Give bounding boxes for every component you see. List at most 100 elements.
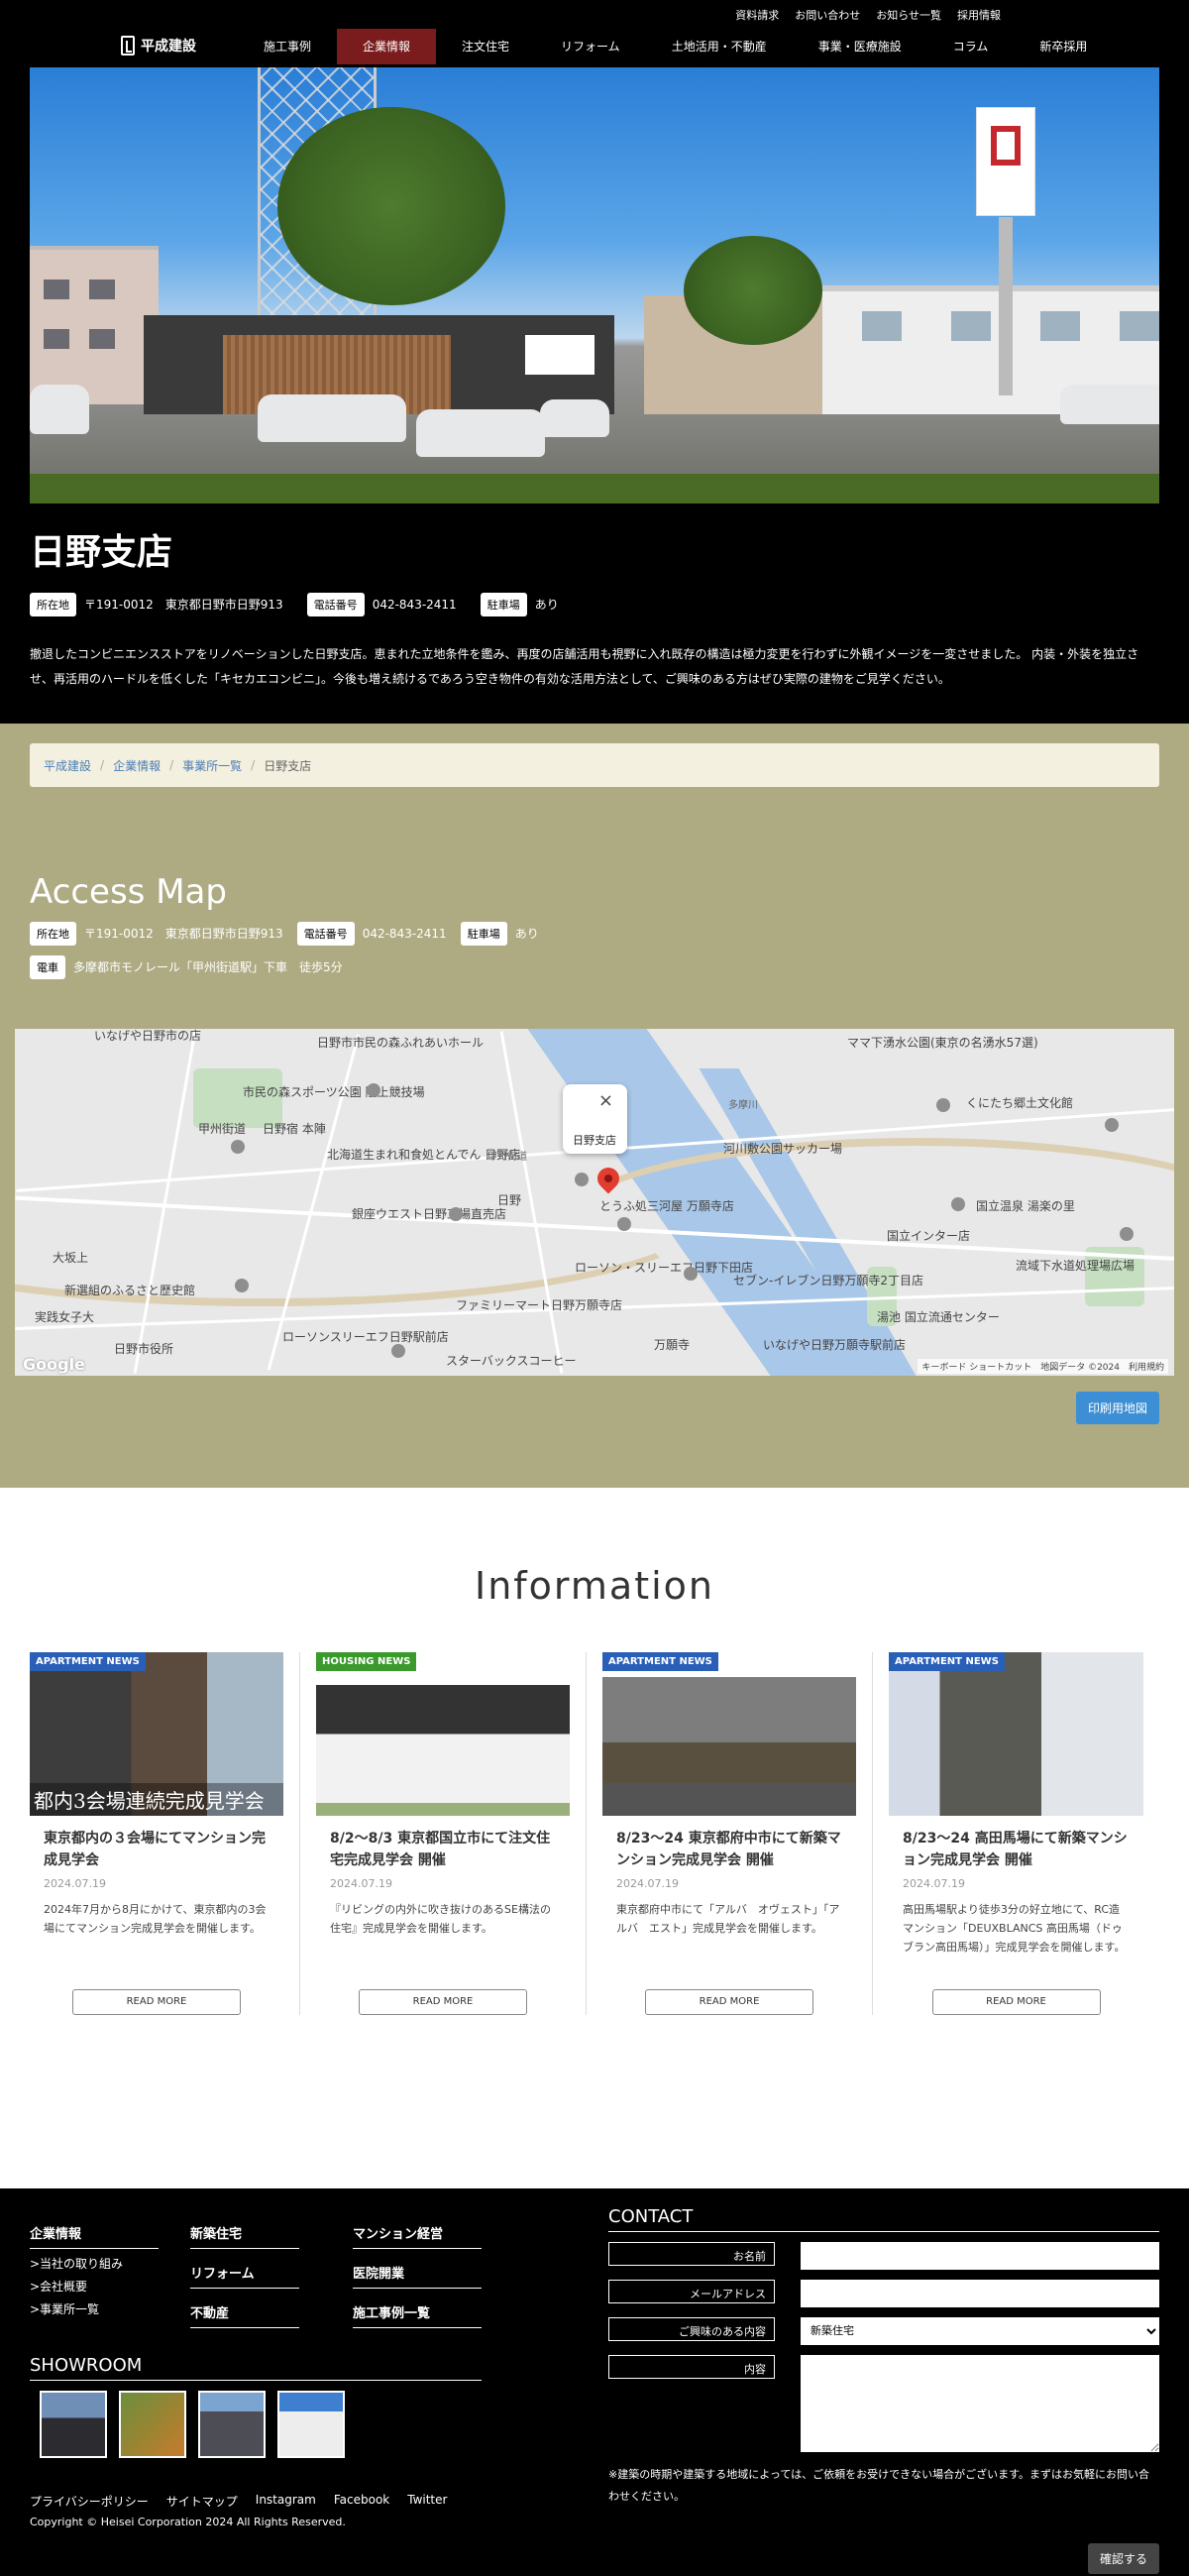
map-poi-icon[interactable] <box>684 1267 698 1281</box>
news-excerpt: 東京都府中市にて「アルバ オヴェスト」「アルバ エスト」完成見学会を開催します。 <box>616 1903 840 1935</box>
showroom-thumb[interactable] <box>40 2391 107 2458</box>
footer-link-apartment[interactable]: マンション経営 <box>353 2223 482 2249</box>
footer-link-clinic[interactable]: 医院開業 <box>353 2263 482 2289</box>
nav-item-business[interactable]: 事業・医療施設 <box>793 29 927 64</box>
map-info-window: × 日野支店 <box>563 1084 627 1154</box>
utility-link-recruit[interactable]: 採用情報 <box>957 7 1001 23</box>
news-category-badge: APARTMENT NEWS <box>30 1652 146 1671</box>
news-category-badge: HOUSING NEWS <box>316 1652 417 1671</box>
map-poi-icon[interactable] <box>391 1344 405 1358</box>
footer-link-realestate[interactable]: 不動産 <box>190 2302 299 2328</box>
email-field[interactable] <box>801 2280 1159 2307</box>
footer-sub-link[interactable]: >会社概要 <box>30 2278 159 2295</box>
footer-sub-link[interactable]: >当社の取り組み <box>30 2255 159 2272</box>
utility-link-news[interactable]: お知らせ一覧 <box>876 7 941 23</box>
map-poi-icon[interactable] <box>235 1279 249 1292</box>
news-thumbnail[interactable]: APARTMENT NEWS <box>602 1652 857 1816</box>
email-label: メールアドレス <box>608 2280 775 2303</box>
news-date: 2024.07.19 <box>616 1877 680 1890</box>
map-label: 万願寺 <box>654 1338 691 1352</box>
read-more-button[interactable]: READ MORE <box>931 1989 1101 2015</box>
nav-item-works[interactable]: 施工事例 <box>238 29 337 64</box>
map-label: 実践女子大 <box>35 1310 95 1324</box>
nav-item-custom-house[interactable]: 注文住宅 <box>436 29 535 64</box>
footer-link-twitter[interactable]: Twitter <box>407 2493 447 2510</box>
news-card[interactable]: APARTMENT NEWS 8/23～24 高田馬場にて新築マンション完成見学… <box>889 1652 1159 2015</box>
news-thumbnail[interactable]: APARTMENT NEWS <box>889 1652 1143 1816</box>
company-logo[interactable]: 平成建設 <box>121 36 196 56</box>
footer-link-sitemap[interactable]: サイトマップ <box>166 2493 238 2510</box>
footer-link-instagram[interactable]: Instagram <box>256 2493 316 2510</box>
name-field[interactable] <box>801 2242 1159 2270</box>
breadcrumb-company[interactable]: 企業情報 <box>113 757 161 774</box>
address-value: 〒191-0012 東京都日野市日野913 <box>84 598 283 612</box>
branch-photo <box>30 67 1159 504</box>
confirm-button[interactable]: 確認する <box>1087 2543 1159 2574</box>
map-poi-icon[interactable] <box>617 1217 631 1231</box>
read-more-button[interactable]: READ MORE <box>72 1989 241 2015</box>
map-poi-icon[interactable] <box>367 1083 380 1097</box>
showroom-thumb[interactable] <box>198 2391 266 2458</box>
footer-company-link[interactable]: 企業情報 <box>30 2223 159 2249</box>
news-card[interactable]: APARTMENT NEWS 都内3会場連続完成見学会 東京都内の３会場にてマン… <box>30 1652 301 2015</box>
showroom-title: SHOWROOM <box>30 2355 482 2381</box>
read-more-button[interactable]: READ MORE <box>645 1989 814 2015</box>
map-poi-icon[interactable] <box>575 1173 589 1186</box>
read-more-button[interactable]: READ MORE <box>359 1989 528 2015</box>
news-title[interactable]: 8/23～24 高田馬場にて新築マンション完成見学会 開催 <box>903 1828 1130 1871</box>
news-date: 2024.07.19 <box>44 1877 106 1890</box>
nav-item-column[interactable]: コラム <box>927 29 1015 64</box>
utility-link-request[interactable]: 資料請求 <box>735 7 779 23</box>
news-thumbnail-caption: 都内3会場連続完成見学会 <box>30 1783 284 1816</box>
interest-select[interactable]: 新築住宅 <box>801 2317 1159 2345</box>
breadcrumb-offices[interactable]: 事業所一覧 <box>182 757 242 774</box>
news-title[interactable]: 8/23～24 東京都府中市にて新築マンション完成見学会 開催 <box>616 1828 842 1871</box>
news-thumbnail[interactable]: APARTMENT NEWS 都内3会場連続完成見学会 <box>30 1652 284 1816</box>
showroom-block: SHOWROOM <box>30 2355 482 2458</box>
news-card[interactable]: HOUSING NEWS 8/2～8/3 東京都国立市にて注文住宅完成見学会 開… <box>316 1652 588 2015</box>
showroom-thumb[interactable] <box>277 2391 345 2458</box>
map-label: 日野宿 本陣 <box>263 1122 326 1136</box>
map-info-title: 日野支店 <box>573 1134 616 1147</box>
footer-link-works[interactable]: 施工事例一覧 <box>353 2302 482 2328</box>
news-title[interactable]: 8/2～8/3 東京都国立市にて注文住宅完成見学会 開催 <box>330 1828 556 1871</box>
map-attribution[interactable]: キーボード ショートカット 地図データ ©2024 利用規約 <box>918 1359 1168 1374</box>
nav-item-company[interactable]: 企業情報 <box>337 29 437 64</box>
utility-link-contact[interactable]: お問い合わせ <box>795 7 860 23</box>
google-map[interactable]: いなげや日野市の店 日野市市民の森ふれあいホール 市民の森スポーツ公園 陸上競技… <box>15 1029 1174 1376</box>
footer-link-facebook[interactable]: Facebook <box>334 2493 389 2510</box>
map-label: 大坂上 <box>53 1251 89 1265</box>
news-card[interactable]: APARTMENT NEWS 8/23～24 東京都府中市にて新築マンション完成… <box>602 1652 874 2015</box>
map-poi-icon[interactable] <box>1120 1227 1134 1241</box>
news-thumbnail[interactable]: HOUSING NEWS <box>316 1652 571 1816</box>
contact-note: ※建築の時期や建築する地域によっては、ご依頼をお受けできない場合がございます。ま… <box>608 2468 1150 2503</box>
footer-sub-link[interactable]: >事業所一覧 <box>30 2300 159 2317</box>
map-poi-icon[interactable] <box>1105 1118 1119 1132</box>
map-label: セブン-イレブン日野万願寺2丁目店 <box>733 1274 923 1288</box>
footer-link-privacy[interactable]: プライバシーポリシー <box>30 2493 149 2510</box>
nav-item-recruit[interactable]: 新卒採用 <box>1014 29 1113 64</box>
content-textarea[interactable] <box>801 2355 1159 2452</box>
branch-description: 撤退したコンビニエンスストアをリノベーションした日野支店。恵まれた立地条件を鑑み… <box>30 647 1139 686</box>
nav-item-reform[interactable]: リフォーム <box>535 29 646 64</box>
nav-item-land[interactable]: 土地活用・不動産 <box>646 29 793 64</box>
map-label: ファミリーマート日野万願寺店 <box>456 1298 623 1312</box>
map-poi-icon[interactable] <box>951 1197 965 1211</box>
print-map-button[interactable]: 印刷用地図 <box>1075 1392 1159 1424</box>
showroom-thumb[interactable] <box>119 2391 186 2458</box>
main-nav: 平成建設 施工事例 企業情報 注文住宅 リフォーム 土地活用・不動産 事業・医療… <box>0 26 1189 67</box>
contact-title: CONTACT <box>608 2206 1159 2232</box>
map-poi-icon[interactable] <box>936 1098 950 1112</box>
close-icon[interactable]: × <box>598 1090 613 1111</box>
footer-link-new-house[interactable]: 新築住宅 <box>190 2223 299 2249</box>
map-poi-icon[interactable] <box>231 1140 245 1154</box>
branch-title: 日野支店 <box>30 531 173 573</box>
breadcrumb-home[interactable]: 平成建設 <box>44 757 91 774</box>
parking-tag: 駐車場 <box>460 922 507 946</box>
news-title[interactable]: 東京都内の３会場にてマンション完成見学会 <box>44 1828 270 1871</box>
phone-tag: 電話番号 <box>306 593 365 616</box>
news-date: 2024.07.19 <box>330 1877 392 1890</box>
footer-link-reform[interactable]: リフォーム <box>190 2263 299 2289</box>
breadcrumb-current: 日野支店 <box>264 758 312 773</box>
map-poi-icon[interactable] <box>449 1207 463 1221</box>
